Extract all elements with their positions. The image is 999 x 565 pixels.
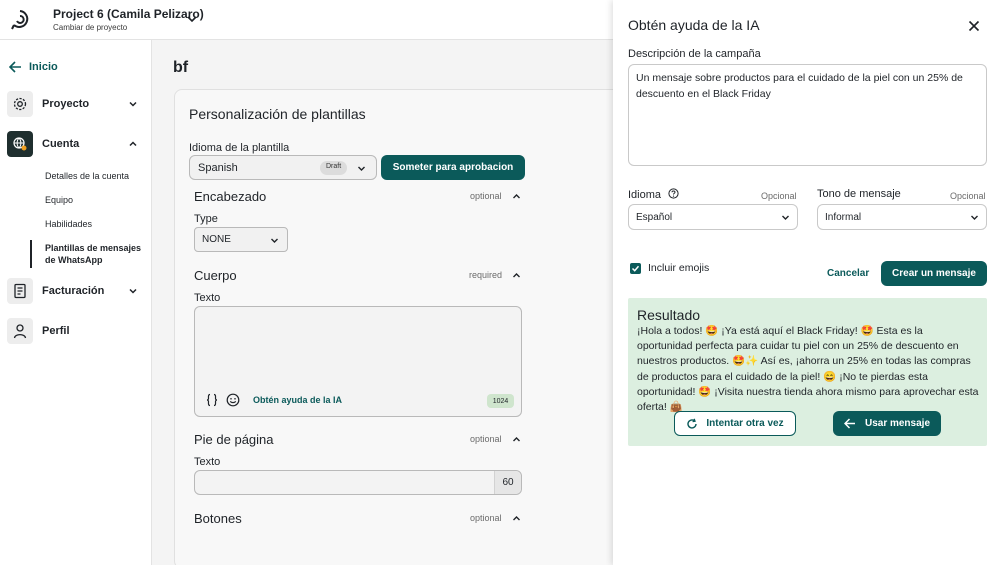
card-title: Personalización de plantillas [189,106,366,122]
result-title: Resultado [637,307,701,323]
language-label: Idioma de la plantilla [189,142,290,154]
buttons-section-title: Botones [194,511,242,526]
active-indicator [30,240,32,268]
chevron-down-icon [782,215,789,220]
chevron-down-icon [129,101,137,107]
chevron-down-icon [129,288,137,294]
chevron-up-icon[interactable] [511,270,522,281]
footer-section-title: Pie de página [194,432,274,447]
tone-label: Tono de mensaje [817,188,901,200]
character-count-badge: 1024 [487,394,514,408]
close-icon[interactable] [967,19,981,33]
include-emojis-label[interactable]: Incluir emojis [648,262,709,274]
footer-text-label: Texto [194,456,221,468]
ai-help-panel: Obtén ayuda de la IA Descripción de la c… [613,0,999,565]
include-emojis-checkbox[interactable] [630,263,641,274]
help-circle-icon[interactable] [668,188,679,199]
chevron-down-icon [971,215,978,220]
back-home-link[interactable]: Inicio [9,61,58,73]
sidebar-item-label: Perfil [42,325,70,337]
chevron-up-icon[interactable] [511,513,522,524]
sidebar-item-perfil[interactable]: Perfil [7,318,145,344]
language-label-text: Idioma [628,189,662,201]
globe-icon [7,131,33,157]
tone-select[interactable]: Informal [817,204,987,230]
back-label: Inicio [29,61,58,73]
chevron-down-icon[interactable] [185,12,199,26]
result-box: Resultado ¡Hola a todos! 🤩 ¡Ya está aquí… [628,298,987,446]
retry-button[interactable]: Intentar otra vez [674,411,796,436]
sidebar-item-cuenta[interactable]: Cuenta [7,131,145,157]
sidebar-subitem-plantillas[interactable]: Plantillas de mensajes de WhatsApp [45,242,145,266]
chevron-up-icon[interactable] [511,434,522,445]
chevron-down-icon [271,238,278,243]
footer-section-hint: optional [470,434,502,444]
sidebar-item-facturacion[interactable]: Facturación [7,278,145,304]
gear-icon [7,91,33,117]
sidebar-item-label: Proyecto [42,98,90,110]
chevron-up-icon [129,141,137,147]
header-section-title: Encabezado [194,189,267,204]
main-content: bf Personalización de plantillas Idioma … [152,40,624,565]
logo-icon [11,10,29,30]
tone-select-value: Informal [825,212,862,223]
variables-braces-icon[interactable] [205,393,219,407]
chevron-down-icon [358,166,365,171]
language-select[interactable]: Español [628,204,798,230]
arrow-left-icon [9,61,21,73]
receipt-icon [7,278,33,304]
cancel-button[interactable]: Cancelar [827,268,869,279]
sidebar-subitem-detalles[interactable]: Detalles de la cuenta [45,171,129,181]
emoji-icon[interactable] [226,393,240,407]
use-message-button[interactable]: Usar mensaje [833,411,941,436]
sidebar: Inicio Proyecto Cuenta Detalles de la cu… [0,40,152,565]
page-title: bf [173,59,189,76]
draft-badge: Draft [320,161,348,175]
chevron-up-icon[interactable] [511,191,522,202]
header-section-hint: optional [470,191,502,201]
buttons-section-hint: optional [470,513,502,523]
user-icon [7,318,33,344]
project-subtitle: Cambiar de proyecto [53,23,128,32]
footer-character-count: 60 [494,471,521,494]
retry-label: Intentar otra vez [706,418,784,429]
sidebar-subitem-equipo[interactable]: Equipo [45,195,73,205]
header-type-select[interactable]: NONE [194,227,288,252]
template-language-select[interactable]: Spanish Draft [189,155,377,180]
checkmark-icon [631,265,640,272]
language-select-value: Español [636,212,673,223]
body-text-input[interactable]: Obtén ayuda de la IA 1024 [194,306,522,417]
campaign-description-input[interactable]: Un mensaje sobre productos para el cuida… [628,64,987,166]
arrow-left-icon [843,418,855,429]
type-label: Type [194,213,218,225]
use-message-label: Usar mensaje [864,418,931,429]
result-text: ¡Hola a todos! 🤩 ¡Ya está aquí el Black … [637,325,979,414]
body-text-label: Texto [194,292,221,304]
sidebar-subitem-habilidades[interactable]: Habilidades [45,219,92,229]
type-value: NONE [202,234,231,245]
sidebar-item-label: Cuenta [42,138,80,150]
project-switcher[interactable]: Project 6 (Camila Pelizaro) Cambiar de p… [53,7,204,32]
project-name: Project 6 (Camila Pelizaro) [53,7,204,21]
language-label: Idioma [628,188,679,201]
refresh-icon [687,418,698,429]
sidebar-item-proyecto[interactable]: Proyecto [7,91,145,117]
panel-title: Obtén ayuda de la IA [628,17,760,33]
create-message-button[interactable]: Crear un mensaje [881,261,987,286]
body-section-hint: required [469,270,503,280]
language-value: Spanish [198,162,238,174]
language-optional-hint: Opcional [761,191,797,201]
tone-optional-hint: Opcional [950,191,986,201]
ai-help-link[interactable]: Obtén ayuda de la IA [253,395,342,405]
submit-for-approval-button[interactable]: Someter para aprobacion [381,155,525,180]
footer-text-input[interactable]: 60 [194,470,522,495]
campaign-description-label: Descripción de la campaña [628,48,761,60]
body-section-title: Cuerpo [194,268,237,283]
template-card: Personalización de plantillas Idioma de … [174,89,624,565]
sidebar-item-label: Facturación [42,285,105,297]
